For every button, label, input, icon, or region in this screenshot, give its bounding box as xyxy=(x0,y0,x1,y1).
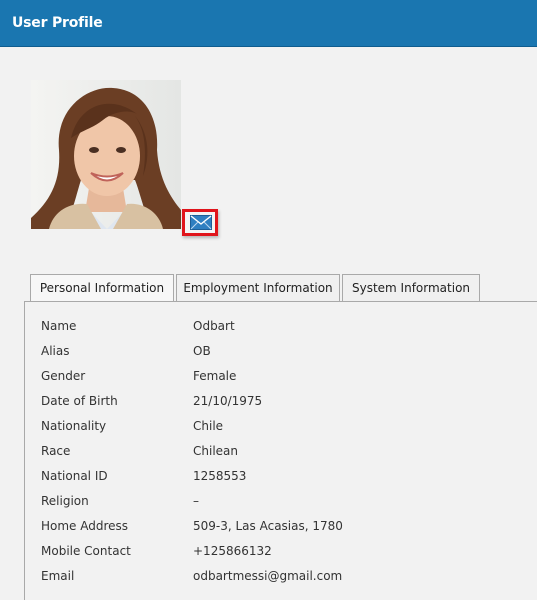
page-title: User Profile xyxy=(12,15,103,31)
send-email-button[interactable] xyxy=(182,209,218,236)
field-label: National ID xyxy=(41,469,108,483)
field-label: Name xyxy=(41,319,77,333)
field-label: Race xyxy=(41,444,71,458)
field-value: – xyxy=(193,494,199,508)
field-value: Female xyxy=(193,369,237,383)
field-label: Home Address xyxy=(41,519,129,533)
envelope-icon xyxy=(190,215,212,230)
field-label: Alias xyxy=(41,344,70,358)
app-header: User Profile xyxy=(0,0,537,47)
tab-employment-information[interactable]: Employment Information xyxy=(176,274,340,301)
field-label: Email xyxy=(41,569,75,583)
field-value: Odbart xyxy=(193,319,235,333)
field-value: 1258553 xyxy=(193,469,247,483)
field-value: odbartmessi@gmail.com xyxy=(193,569,343,583)
profile-photo xyxy=(31,80,181,229)
tab-system-information[interactable]: System Information xyxy=(342,274,480,301)
field-label: Gender xyxy=(41,369,86,383)
field-value: 509-3, Las Acasias, 1780 xyxy=(193,519,343,533)
field-value: 21/10/1975 xyxy=(193,394,263,408)
field-label: Date of Birth xyxy=(41,394,118,408)
field-value: OB xyxy=(193,344,211,358)
field-label: Nationality xyxy=(41,419,107,433)
field-label: Mobile Contact xyxy=(41,544,131,558)
tab-personal-information[interactable]: Personal Information xyxy=(30,274,174,302)
field-value: Chilean xyxy=(193,444,238,458)
field-value: Chile xyxy=(193,419,224,433)
field-value: +125866132 xyxy=(193,544,272,558)
field-label: Religion xyxy=(41,494,89,508)
